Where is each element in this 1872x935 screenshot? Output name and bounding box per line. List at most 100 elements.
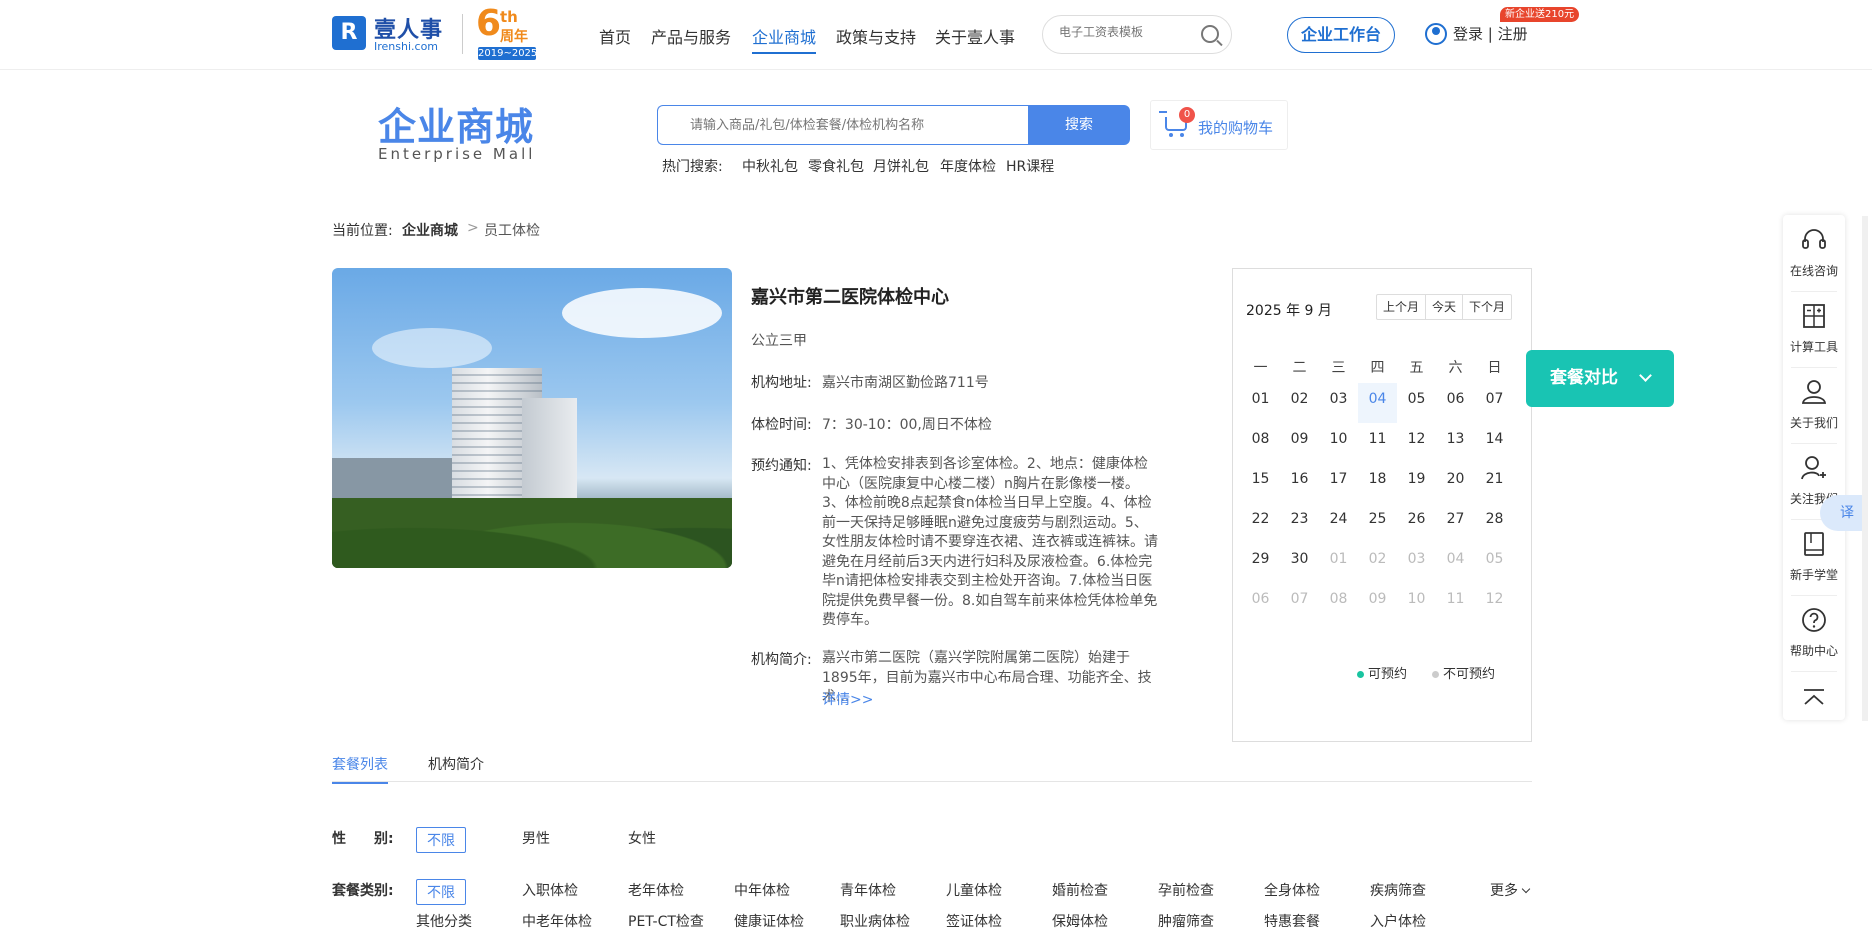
gender-option-any[interactable]: 不限 <box>416 827 466 853</box>
category-option[interactable]: 中老年体检 <box>522 911 592 931</box>
help-icon <box>1802 608 1826 632</box>
calendar-day[interactable]: 20 <box>1436 463 1475 503</box>
anniversary-years: 2019~2025 <box>478 47 538 60</box>
calendar-day[interactable]: 18 <box>1358 463 1397 503</box>
sidebar-item-help[interactable]: 帮助中心 <box>1783 607 1845 659</box>
weekday-label: 日 <box>1487 360 1502 376</box>
calendar-day[interactable]: 26 <box>1397 503 1436 543</box>
sidebar-item-about[interactable]: 关于我们 <box>1783 379 1845 431</box>
shopping-cart-button[interactable]: 0 我的购物车 <box>1150 100 1288 150</box>
workbench-button[interactable]: 企业工作台 <box>1287 17 1395 53</box>
translate-button[interactable]: 译 <box>1820 495 1864 531</box>
category-option[interactable]: 入户体检 <box>1370 911 1426 931</box>
top-search-input[interactable] <box>1057 24 1197 40</box>
calendar-day[interactable]: 22 <box>1241 503 1280 543</box>
today-button[interactable]: 今天 <box>1426 295 1464 319</box>
calendar-day[interactable]: 19 <box>1397 463 1436 503</box>
calendar-day[interactable]: 13 <box>1436 423 1475 463</box>
irenshi-logo-icon[interactable]: R <box>332 16 366 50</box>
sidebar-item-consult[interactable]: 在线咨询 <box>1783 227 1845 279</box>
category-option[interactable]: 健康证体检 <box>734 911 804 931</box>
category-option[interactable]: 职业病体检 <box>840 911 910 931</box>
tab-institution-intro[interactable]: 机构简介 <box>428 754 484 782</box>
calendar-day[interactable]: 21 <box>1475 463 1514 503</box>
calendar-day[interactable]: 07 <box>1475 383 1514 423</box>
calendar-day-today[interactable]: 04 <box>1358 383 1397 423</box>
calendar-day[interactable]: 11 <box>1358 423 1397 463</box>
next-month-button[interactable]: 下个月 <box>1463 295 1511 319</box>
gender-option-male[interactable]: 男性 <box>522 828 550 848</box>
more-categories-button[interactable]: 更多 <box>1490 880 1531 900</box>
sidebar-label: 帮助中心 <box>1789 644 1838 658</box>
sidebar-divider <box>1791 367 1837 368</box>
category-option[interactable]: 肿瘤筛查 <box>1158 911 1214 931</box>
calendar-day[interactable]: 14 <box>1475 423 1514 463</box>
back-to-top-button[interactable] <box>1783 685 1845 720</box>
nav-item-products[interactable]: 产品与服务 <box>651 24 731 48</box>
calendar-day[interactable]: 27 <box>1436 503 1475 543</box>
category-option[interactable]: 其他分类 <box>416 911 472 931</box>
hot-search-item[interactable]: 年度体检 <box>940 156 996 176</box>
calendar-day-next-month: 09 <box>1368 591 1387 607</box>
scrollbar[interactable] <box>1862 216 1868 721</box>
calendar-day[interactable]: 28 <box>1475 503 1514 543</box>
category-option-any[interactable]: 不限 <box>416 879 466 905</box>
calendar-day[interactable]: 09 <box>1280 423 1319 463</box>
prev-month-button[interactable]: 上个月 <box>1377 295 1427 319</box>
calendar-week: 01 02 03 04 05 06 07 <box>1241 383 1521 423</box>
category-option[interactable]: 儿童体检 <box>946 880 1002 900</box>
category-option[interactable]: 入职体检 <box>522 880 578 900</box>
calendar-day[interactable]: 24 <box>1319 503 1358 543</box>
hot-search-item[interactable]: 月饼礼包 <box>873 156 929 176</box>
tab-package-list[interactable]: 套餐列表 <box>332 754 388 784</box>
user-icon[interactable] <box>1425 23 1447 45</box>
calendar-day[interactable]: 16 <box>1280 463 1319 503</box>
calendar-day[interactable]: 29 <box>1241 543 1280 583</box>
category-option[interactable]: PET-CT检查 <box>628 911 704 931</box>
calendar-day[interactable]: 06 <box>1436 383 1475 423</box>
category-option[interactable]: 疾病筛查 <box>1370 880 1426 900</box>
nav-item-policy[interactable]: 政策与支持 <box>836 24 916 48</box>
category-option[interactable]: 全身体检 <box>1264 880 1320 900</box>
calendar-day[interactable]: 23 <box>1280 503 1319 543</box>
category-option[interactable]: 特惠套餐 <box>1264 911 1320 931</box>
calendar-day[interactable]: 08 <box>1241 423 1280 463</box>
calendar-day[interactable]: 10 <box>1319 423 1358 463</box>
search-icon[interactable] <box>1201 25 1219 43</box>
calendar-day[interactable]: 30 <box>1280 543 1319 583</box>
gender-option-female[interactable]: 女性 <box>628 828 656 848</box>
hot-search-item[interactable]: HR课程 <box>1006 156 1054 176</box>
calendar-day[interactable]: 01 <box>1241 383 1280 423</box>
nav-item-home[interactable]: 首页 <box>599 24 631 48</box>
calendar-day[interactable]: 17 <box>1319 463 1358 503</box>
intro-more-link[interactable]: 详情>> <box>822 689 873 709</box>
category-option[interactable]: 保姆体检 <box>1052 911 1108 931</box>
hot-search-item[interactable]: 零食礼包 <box>808 156 864 176</box>
category-option[interactable]: 老年体检 <box>628 880 684 900</box>
weekday-label: 三 <box>1331 360 1346 376</box>
calendar-day[interactable]: 03 <box>1319 383 1358 423</box>
calendar-day[interactable]: 02 <box>1280 383 1319 423</box>
package-compare-button[interactable]: 套餐对比 <box>1526 350 1674 407</box>
calendar-day[interactable]: 05 <box>1397 383 1436 423</box>
login-register-link[interactable]: 登录 | 注册 <box>1453 23 1528 44</box>
category-option[interactable]: 中年体检 <box>734 880 790 900</box>
sidebar-item-academy[interactable]: 新手学堂 <box>1783 531 1845 583</box>
category-option[interactable]: 孕前检查 <box>1158 880 1214 900</box>
logo-domain: Irenshi.com <box>374 40 439 53</box>
calendar-day[interactable]: 25 <box>1358 503 1397 543</box>
sidebar-item-calculator[interactable]: 计算工具 <box>1783 303 1845 355</box>
breadcrumb-mall[interactable]: 企业商城 <box>402 220 458 240</box>
nav-item-about[interactable]: 关于壹人事 <box>935 24 1015 48</box>
top-navbar: R 壹人事 Irenshi.com 6 th 周年 2019~2025 首页 产… <box>0 0 1872 70</box>
calendar-day[interactable]: 12 <box>1397 423 1436 463</box>
mall-search-button[interactable]: 搜索 <box>1028 105 1130 145</box>
category-option[interactable]: 青年体检 <box>840 880 896 900</box>
hot-search-item[interactable]: 中秋礼包 <box>742 156 798 176</box>
mall-subtitle: Enterprise Mall <box>378 145 536 163</box>
nav-item-mall[interactable]: 企业商城 <box>752 24 817 54</box>
category-option[interactable]: 婚前检查 <box>1052 880 1108 900</box>
category-option[interactable]: 签证体检 <box>946 911 1002 931</box>
mall-search-input[interactable] <box>688 117 1008 134</box>
calendar-day[interactable]: 15 <box>1241 463 1280 503</box>
